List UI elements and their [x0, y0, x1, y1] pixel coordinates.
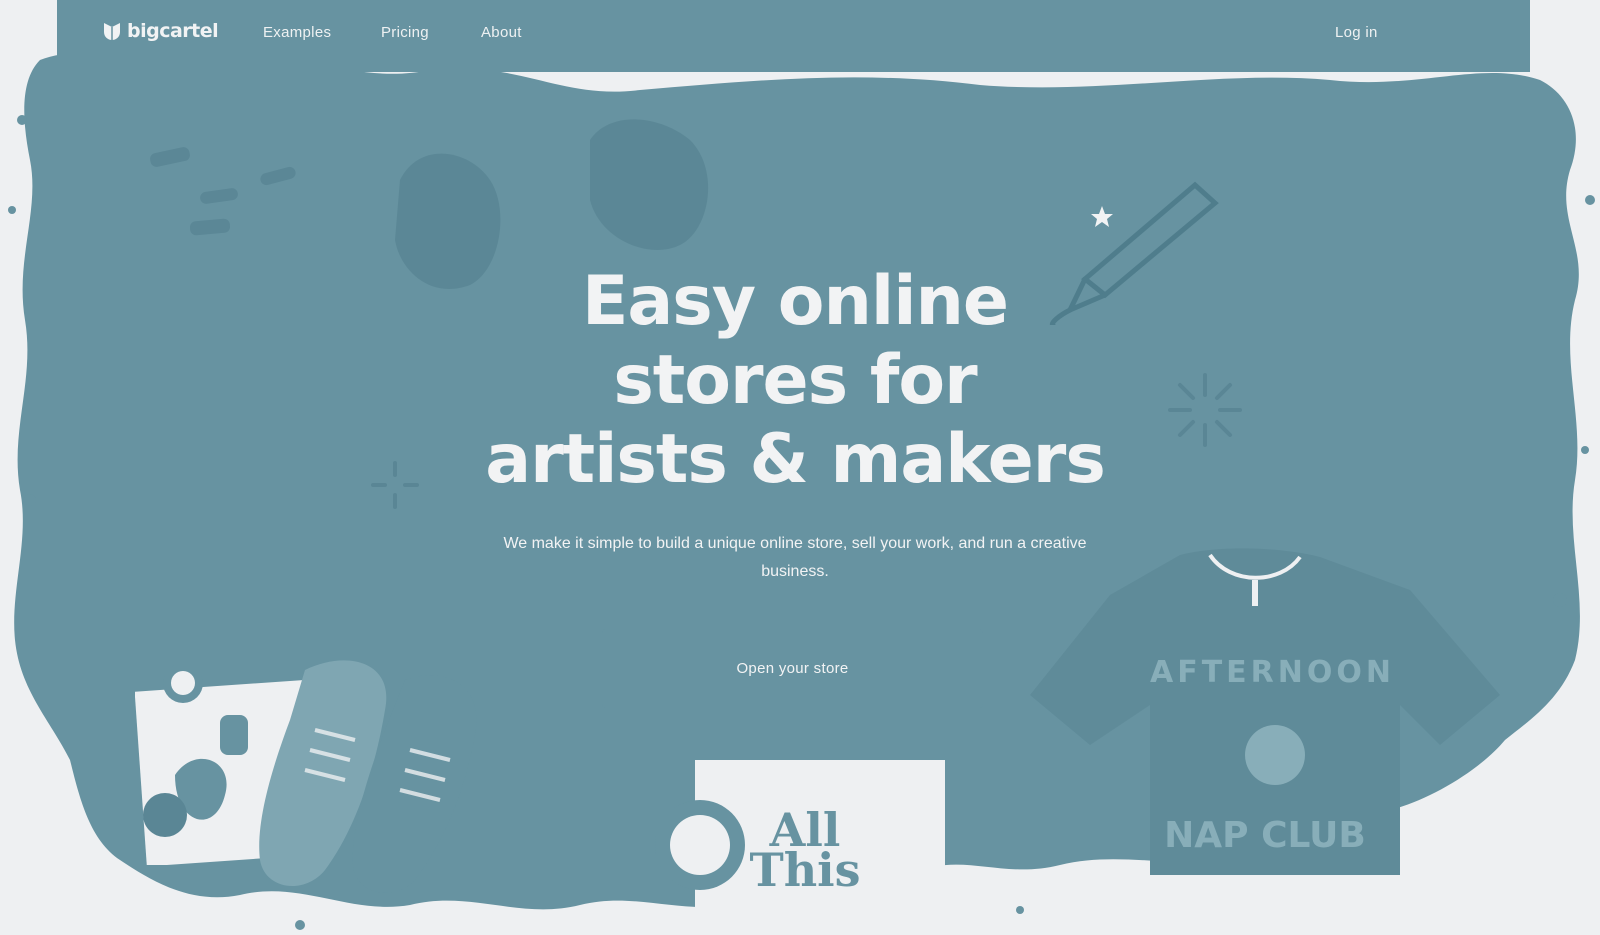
page: bigcartel Examples Pricing About Log in: [0, 0, 1600, 935]
nav-link-about[interactable]: About: [481, 24, 522, 41]
tshirt-text-top: AFTERNOON: [1150, 655, 1395, 690]
hero-subtitle: We make it simple to build a unique onli…: [503, 535, 1087, 580]
bigcartel-logo[interactable]: bigcartel: [103, 20, 219, 42]
brand-name: bigcartel: [127, 20, 219, 42]
hero-title-line: artists & makers: [485, 420, 1106, 499]
hero-title-line: stores for: [613, 341, 977, 420]
sneakers-image: [259, 660, 477, 893]
bigcartel-logo-icon: [104, 23, 120, 40]
star-icon: [1091, 206, 1113, 227]
nav-link-examples[interactable]: Examples: [263, 24, 331, 41]
art-print-text: All This: [749, 803, 861, 897]
nav-link-login[interactable]: Log in: [1335, 24, 1378, 41]
nav-link-pricing[interactable]: Pricing: [381, 24, 429, 41]
tshirt-text-bottom: NAP CLUB: [1164, 815, 1366, 856]
open-store-button[interactable]: Open your store: [602, 629, 983, 708]
hero-title-line: Easy online: [581, 262, 1009, 341]
hero-title: Easy online stores for artists & makers: [400, 262, 1190, 499]
